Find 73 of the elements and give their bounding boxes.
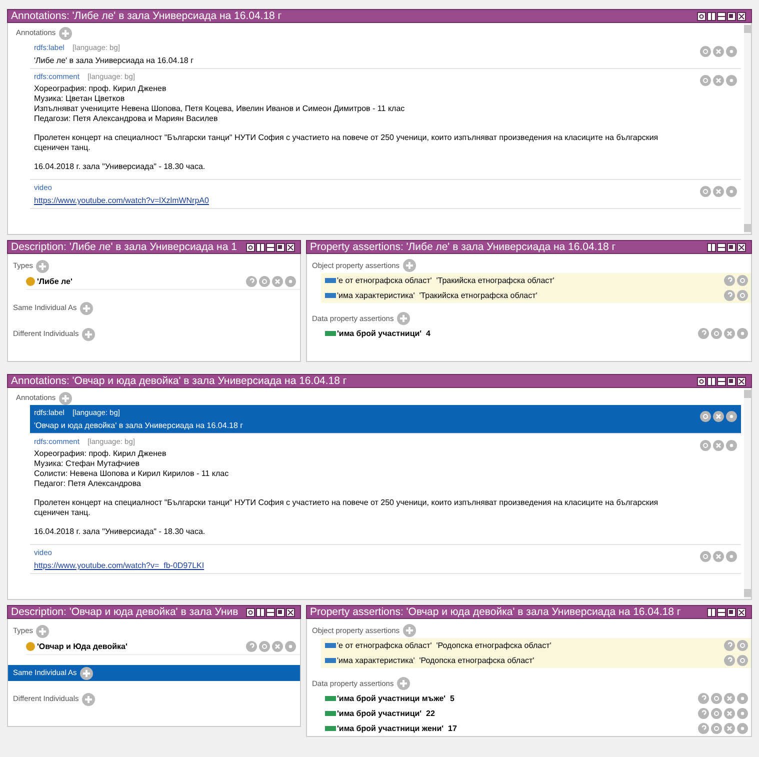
- annotation-value: Педагози: Петя Александрова и Мариян Василев: [34, 114, 219, 124]
- panel-title: Property assertions: 'Либе ле' в зала Универсиада на 16.04.18 г: [310, 242, 616, 252]
- view-icon[interactable]: [707, 608, 716, 616]
- view-icon[interactable]: [727, 242, 736, 252]
- view-icon[interactable]: [727, 608, 736, 616]
- options-icon[interactable]: [726, 411, 737, 422]
- view-icon[interactable]: [717, 608, 726, 616]
- view-icon[interactable]: [276, 608, 285, 616]
- add-icon[interactable]: [80, 666, 93, 680]
- annotation-value: 'Овчар и юда девойка' в зала Универсиада на 16.04.18 г: [34, 420, 244, 431]
- property-assertion: 'има характеристика' 'Родопска етнографска област': [337, 654, 534, 666]
- view-icon[interactable]: [707, 12, 716, 20]
- view-icon[interactable]: [717, 12, 726, 20]
- panel-title: Annotations: 'Овчар и юда девойка' в зала Универсиада на 16.04.18 г: [11, 376, 347, 386]
- delete-icon[interactable]: [713, 411, 724, 422]
- view-icon[interactable]: [256, 242, 265, 252]
- property-assertion: 'има брой участници' 4: [337, 328, 430, 340]
- view-icon[interactable]: [717, 242, 726, 252]
- property-assertion: 'има брой участници жени' 17: [337, 722, 457, 734]
- view-icon[interactable]: [276, 242, 285, 252]
- view-icon[interactable]: [727, 376, 736, 386]
- close-icon[interactable]: [737, 12, 746, 20]
- object-property-icon: [325, 643, 336, 648]
- property-assertion: 'е от етнографска област' 'Родопска етнографска област': [337, 640, 552, 652]
- close-icon[interactable]: [737, 242, 746, 252]
- annotation-value: 16.04.2018 г. зала "Универсиада" - 18.30 часа.: [34, 527, 206, 537]
- link[interactable]: https://www.youtube.com/watch?v=_fb-0D97LKI: [34, 560, 700, 571]
- annotation-value: сценичен танц.: [34, 143, 92, 153]
- object-property-icon: [325, 293, 336, 298]
- scrollbar[interactable]: [744, 23, 751, 234]
- property-assertion: 'има брой участници' 22: [337, 708, 435, 720]
- close-icon[interactable]: [286, 608, 295, 616]
- object-property-icon: [325, 658, 336, 663]
- annotation-value: Педагог: Петя Александрова: [34, 479, 142, 489]
- close-icon[interactable]: [737, 608, 746, 616]
- individual-icon: [26, 277, 35, 286]
- view-icon[interactable]: [727, 12, 736, 20]
- individual-icon: [26, 642, 35, 651]
- object-property-icon: [325, 278, 336, 283]
- link[interactable]: https://www.youtube.com/watch?v=lXzlmWNrpA0: [34, 195, 700, 206]
- property-assertion: 'е от етнографска област' 'Тракийска етнографска област': [337, 274, 554, 286]
- annotation-value: Музика: Стефан Мутафчиев: [34, 459, 140, 469]
- property-assertion: 'има характеристика' 'Тракийска етнографска област': [337, 290, 538, 302]
- annotation-value: Солисти: Невена Шопова и Кирил Кирилов - 11 клас: [34, 469, 230, 479]
- type-name: 'Овчар и Юда девойка': [37, 640, 128, 652]
- panel-title: Description: 'Либе ле' в зала Универсиада на 1: [11, 242, 237, 252]
- data-property-icon: [325, 711, 336, 716]
- data-property-icon: [325, 726, 336, 731]
- data-property-icon: [325, 696, 336, 701]
- close-icon[interactable]: [737, 376, 746, 386]
- view-icon[interactable]: [266, 242, 275, 252]
- annotation-value: сценичен танц.: [34, 508, 92, 518]
- annotation-value: Хореография: проф. Кирил Дженев: [34, 449, 168, 459]
- view-icon[interactable]: [707, 242, 716, 252]
- view-icon[interactable]: [707, 376, 716, 386]
- annotation-value: 'Либе ле' в зала Универсиада на 16.04.18 г: [34, 55, 195, 66]
- view-icon[interactable]: [717, 376, 726, 386]
- annotation-value: Музика: Цветан Цветков: [34, 94, 126, 104]
- scrollbar[interactable]: [744, 388, 751, 599]
- annotation-value: Изпълняват учениците Невена Шопова, Петя Коцева, Ивелин Иванов и Симеон Димитров - 11 клас: [34, 104, 406, 114]
- panel-title: Property assertions: 'Овчар и юда девойка' в зала Универсиада на 16.04.18 г: [310, 606, 681, 618]
- property-assertion: 'има брой участници мъже' 5: [337, 692, 454, 704]
- annotation-value: Пролетен концерт на специалност "Български танци" НУТИ София с участието на повече от 250 ученици, които изпълняват произведения на класиците на българския: [34, 133, 660, 143]
- panel-title: Annotations: 'Либе ле' в зала Универсиада на 16.04.18 г: [11, 10, 282, 22]
- close-icon[interactable]: [286, 242, 295, 252]
- annotation-value: Хореография: проф. Кирил Дженев: [34, 84, 168, 94]
- annotation-value: 16.04.2018 г. зала "Универсиада" - 18.30 часа.: [34, 162, 206, 172]
- type-name: 'Либе ле': [37, 276, 72, 288]
- view-icon[interactable]: [256, 608, 265, 616]
- data-property-icon: [325, 331, 336, 336]
- annotation-value: Пролетен концерт на специалност "Български танци" НУТИ София с участието на повече от 250 ученици, които изпълняват произведения на класиците на българския: [34, 498, 660, 508]
- panel-title: Description: 'Овчар и юда девойка' в зала Унив: [11, 606, 238, 618]
- view-icon[interactable]: [266, 608, 275, 616]
